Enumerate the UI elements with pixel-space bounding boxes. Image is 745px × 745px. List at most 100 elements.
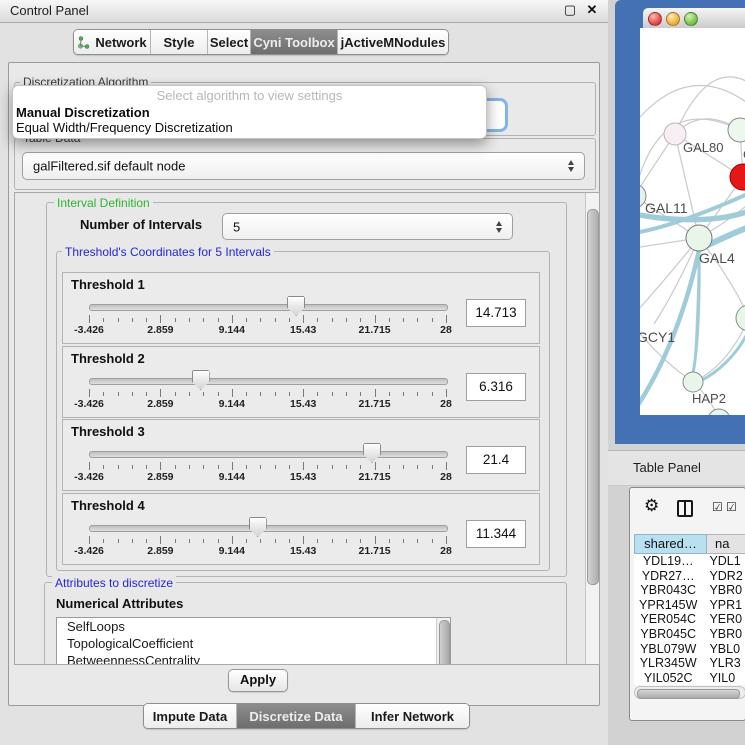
split-columns-icon[interactable]: [677, 500, 693, 517]
close-icon[interactable]: ✕: [584, 2, 600, 18]
table-row[interactable]: YDR27…YDR2: [634, 569, 745, 584]
threshold-value-input[interactable]: 21.4: [466, 446, 526, 474]
slider-tick: [289, 465, 290, 469]
network-window: GAL80G.CGAL11GAL4GCY1HHAP2: [615, 0, 745, 444]
slider-tick: [160, 315, 161, 323]
table-row[interactable]: YER054CYER0: [634, 612, 745, 627]
select-all-checkbox-icon[interactable]: ☑: [712, 500, 723, 514]
network-edge[interactable]: [640, 85, 745, 124]
algorithm-hint-item[interactable]: Select algorithm to view settings: [13, 86, 486, 105]
cell-name[interactable]: YBR0: [702, 627, 745, 642]
slider-tick: [375, 462, 376, 470]
gear-icon[interactable]: ⚙: [644, 496, 659, 516]
table-row[interactable]: YBL079WYBL0: [634, 642, 745, 657]
network-edge[interactable]: [640, 119, 740, 196]
cell-shared-name[interactable]: YBL079W: [634, 642, 702, 657]
attribute-item[interactable]: SelfLoops: [57, 618, 450, 635]
table-hscrollbar-thumb[interactable]: [637, 689, 740, 699]
apply-button[interactable]: Apply: [228, 669, 288, 692]
table-row[interactable]: YPR145WYPR1: [634, 598, 745, 613]
cell-name[interactable]: YDL1: [702, 554, 745, 569]
slider-tick: [132, 318, 133, 322]
cell-name[interactable]: YIL0: [702, 671, 745, 685]
float-icon[interactable]: ▢: [562, 2, 578, 18]
table-row[interactable]: YIL052CYIL0: [634, 671, 745, 685]
cell-shared-name[interactable]: YDL19…: [634, 554, 702, 569]
cell-shared-name[interactable]: YER054C: [634, 612, 702, 627]
tab-label: Infer Network: [371, 709, 454, 724]
slider-tick: [118, 465, 119, 469]
slider-tick: [317, 539, 318, 543]
slider-tick: [132, 392, 133, 396]
cell-name[interactable]: YBL0: [702, 642, 745, 657]
table-row[interactable]: YLR345WYLR3: [634, 656, 745, 671]
slider-tick: [303, 462, 304, 470]
slider-tick: [218, 539, 219, 543]
tab-infer-network[interactable]: Infer Network: [356, 704, 469, 728]
table-row[interactable]: YBR045CYBR0: [634, 627, 745, 642]
unselect-all-checkbox-icon[interactable]: ☑: [726, 500, 737, 514]
column-header-shared[interactable]: shared…: [634, 534, 707, 554]
network-node[interactable]: [686, 225, 712, 251]
tab-style[interactable]: Style: [151, 30, 208, 54]
number-of-intervals-combo[interactable]: 5: [222, 213, 513, 240]
zoom-traffic-light-icon[interactable]: [684, 12, 698, 26]
threshold-slider-thumb[interactable]: [249, 517, 267, 537]
threshold-slider-thumb[interactable]: [287, 296, 305, 316]
attributes-scrollbar-thumb[interactable]: [439, 620, 450, 665]
network-node[interactable]: [683, 372, 703, 392]
algorithm-option-manual[interactable]: Manual Discretization: [13, 105, 486, 120]
threshold-slider-track[interactable]: [89, 378, 448, 385]
cell-shared-name[interactable]: YIL052C: [634, 671, 702, 685]
network-node[interactable]: [728, 118, 745, 142]
top-tab-bar: NetworkStyleSelectCyni Toolbox jActiveMNo…: [73, 29, 449, 55]
threshold-slider-track[interactable]: [89, 451, 448, 458]
attribute-item[interactable]: BetweennessCentrality: [57, 652, 450, 665]
tab-network[interactable]: Network: [74, 30, 151, 54]
cell-shared-name[interactable]: YPR145W: [634, 598, 702, 613]
slider-tick: [446, 462, 447, 470]
threshold-value-input[interactable]: 14.713: [466, 299, 526, 327]
cell-name[interactable]: YPR1: [702, 598, 745, 613]
column-header-name[interactable]: na: [707, 534, 745, 554]
algorithm-option-equal-width[interactable]: Equal Width/Frequency Discretization: [13, 120, 486, 135]
threshold-slider-thumb[interactable]: [363, 443, 381, 463]
tab-impute-data[interactable]: Impute Data: [144, 704, 237, 728]
cell-name[interactable]: YER0: [702, 612, 745, 627]
cell-shared-name[interactable]: YBR045C: [634, 627, 702, 642]
cell-shared-name[interactable]: YLR345W: [634, 656, 702, 671]
tab-label: jActiveMNodules: [341, 35, 446, 50]
table-row[interactable]: YBR043CYBR0: [634, 583, 745, 598]
network-node[interactable]: [708, 409, 730, 415]
tab-label: Cyni Toolbox: [253, 35, 334, 50]
minimize-traffic-light-icon[interactable]: [666, 12, 680, 26]
tab-discretize-data[interactable]: Discretize Data: [237, 704, 356, 728]
threshold-slider-track[interactable]: [89, 525, 448, 532]
cell-shared-name[interactable]: YDR27…: [634, 569, 702, 584]
cell-shared-name[interactable]: YBR043C: [634, 583, 702, 598]
attributes-scrollbar[interactable]: [436, 618, 450, 665]
threshold-value-input[interactable]: 11.344: [466, 520, 526, 548]
network-canvas[interactable]: GAL80G.CGAL11GAL4GCY1HHAP2: [640, 28, 745, 415]
close-traffic-light-icon[interactable]: [648, 12, 662, 26]
network-node[interactable]: [730, 164, 745, 190]
settings-scrollbar[interactable]: [585, 193, 599, 664]
algorithm-dropdown-popup: Select algorithm to view settings Manual…: [12, 85, 487, 139]
table-data-combo[interactable]: galFiltered.sif default node: [22, 152, 585, 180]
cell-name[interactable]: YBR0: [702, 583, 745, 598]
table-row[interactable]: YDL19…YDL1: [634, 554, 745, 569]
tab-select[interactable]: Select: [208, 30, 251, 54]
cell-name[interactable]: YLR3: [702, 656, 745, 671]
slider-tick: [160, 462, 161, 470]
slider-tick: [218, 318, 219, 322]
table-hscrollbar[interactable]: [634, 686, 745, 699]
attribute-item[interactable]: TopologicalCoefficient: [57, 635, 450, 652]
tab-jactivemnodules[interactable]: jActiveMNodules: [338, 30, 448, 54]
threshold-value-input[interactable]: 6.316: [466, 373, 526, 401]
threshold-slider-thumb[interactable]: [192, 370, 210, 390]
threshold-slider-track[interactable]: [89, 304, 448, 311]
settings-scrollbar-thumb[interactable]: [587, 209, 599, 585]
slider-tick: [103, 465, 104, 469]
cell-name[interactable]: YDR2: [702, 569, 745, 584]
tab-cyni-toolbox[interactable]: Cyni Toolbox: [251, 30, 338, 54]
